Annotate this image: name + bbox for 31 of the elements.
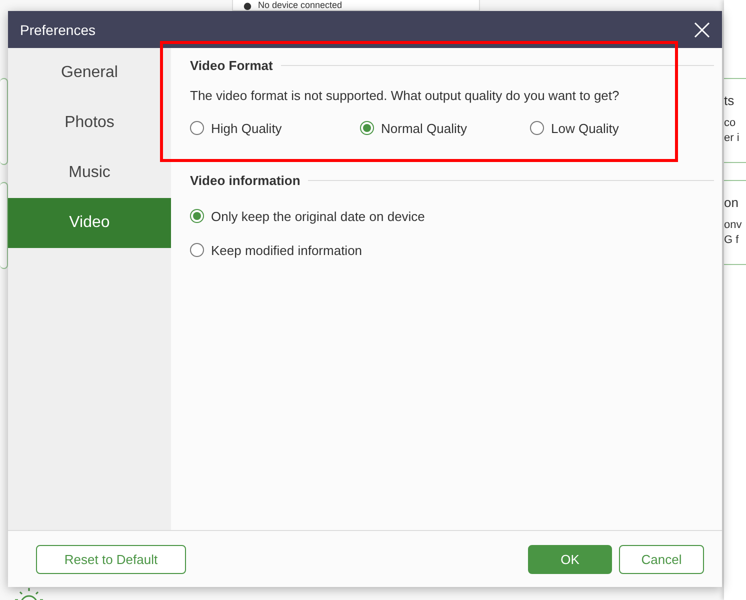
option-label: Only keep the original date on device <box>211 208 425 224</box>
close-button[interactable] <box>692 20 712 40</box>
card-text: ts <box>724 93 736 108</box>
sidebar-item[interactable]: Video <box>8 198 171 248</box>
section-title: Video information <box>190 172 300 188</box>
window-title: Preferences <box>20 22 96 38</box>
option-label: Normal Quality <box>381 120 467 136</box>
option-label: Keep modified information <box>211 242 362 258</box>
radio-button[interactable] <box>530 121 544 135</box>
section-title: Video Format <box>190 58 273 72</box>
radio-button[interactable] <box>360 121 374 135</box>
sun-icon <box>14 586 44 600</box>
card-text: on <box>724 195 740 210</box>
option-label: High Quality <box>211 120 282 136</box>
radio-button[interactable] <box>190 121 204 135</box>
radio-button[interactable] <box>190 209 204 223</box>
sidebar-item[interactable]: Photos <box>8 98 171 148</box>
card-text: co <box>724 117 737 129</box>
cancel-button[interactable]: Cancel <box>619 544 704 574</box>
option-label: Low Quality <box>551 120 619 136</box>
sidebar-item[interactable]: Music <box>8 148 171 198</box>
card-text: onv <box>724 219 743 231</box>
radio-button[interactable] <box>190 243 204 257</box>
card-text: er i <box>724 132 740 144</box>
sidebar-item[interactable]: General <box>8 48 171 98</box>
section-description: The video format is not supported. What output quality do you want to get? <box>190 88 620 103</box>
ok-button[interactable]: OK <box>528 544 612 574</box>
card-text: G f <box>724 234 740 246</box>
device-dropdown[interactable]: No device connected <box>232 0 480 11</box>
reset-button[interactable]: Reset to Default <box>36 544 186 574</box>
close-icon <box>694 22 710 38</box>
